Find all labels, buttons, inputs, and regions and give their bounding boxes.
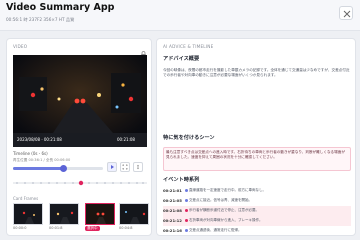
event-marker — [185, 219, 188, 222]
menu-button[interactable] — [133, 162, 143, 172]
event-marker — [185, 229, 188, 232]
timeline-subtitle: 再生位置 00:36:1 / 全長 00:06:00 — [13, 158, 71, 162]
event-text: 交差点通過後、通常走行に復帰。 — [189, 228, 242, 232]
app-subtitle: 00:56:1 時 237F2 356×7 HT 品質 — [6, 17, 75, 22]
app-title: Video Summary App — [6, 2, 115, 13]
frame-caption: 00:04:8 — [119, 226, 133, 230]
video-player[interactable]: 2023/08/08 · 00:21:08 00:21:08 — [13, 55, 147, 147]
caution-text: 最も注意すべき点は交差点への進入時です。右折待ちの車両と歩行者の動きが重なり、判… — [166, 150, 345, 160]
event-text: 歩行者が横断歩道付近で停止、注意が必要。 — [189, 208, 259, 212]
play-icon — [111, 165, 114, 169]
more-icon — [137, 164, 139, 170]
event-time: 00:21:16 — [163, 228, 182, 233]
seek-bar[interactable] — [13, 165, 103, 172]
frame-thumbnail[interactable] — [119, 203, 149, 225]
overview-text: 今回の映像は、夜間の都市走行を撮影した車載カメラの記録です。全体を通じて交通量は… — [163, 68, 350, 78]
frame-thumbnail-selected[interactable] — [85, 203, 115, 225]
event-marker — [185, 189, 188, 192]
event-row[interactable]: 00:21:16 交差点通過後、通常走行に復帰。 — [163, 226, 351, 236]
event-marker — [185, 209, 188, 212]
event-row[interactable]: 00:21:05 交差点に接近。信号は青、減速を開始。 — [163, 196, 351, 206]
selected-badge: 選択中 — [85, 226, 100, 231]
close-icon — [343, 10, 351, 18]
frame-thumbnail[interactable] — [49, 203, 79, 225]
timeline-label: Timeline (0s - 6s) — [13, 151, 48, 156]
close-button[interactable] — [339, 6, 353, 20]
event-time: 00:21:08 — [163, 208, 182, 213]
video-timestamp-left: 2023/08/08 · 00:21:08 — [17, 137, 62, 142]
event-time: 00:21:01 — [163, 188, 182, 193]
video-label: VIDEO — [13, 44, 28, 49]
event-text: 直線道路を一定速度で走行中。前方に車両なし。 — [189, 188, 266, 192]
expand-icon — [122, 164, 128, 170]
caution-heading: 特に気を付けるシーン — [163, 135, 215, 141]
top-bar: Video Summary App 00:56:1 時 237F2 356×7 … — [0, 0, 360, 31]
play-button[interactable] — [107, 162, 117, 172]
event-row-highlighted[interactable]: 00:21:08 歩行者が横断歩道付近で停止、注意が必要。 — [163, 206, 351, 216]
fullscreen-button[interactable] — [120, 162, 130, 172]
frame-thumbnail[interactable] — [13, 203, 43, 225]
event-time: 00:21:12 — [163, 218, 182, 223]
event-text: 交差点に接近。信号は青、減速を開始。 — [189, 198, 252, 202]
event-row[interactable]: 00:21:01 直線道路を一定速度で走行中。前方に車両なし。 — [163, 186, 351, 196]
events-heading: イベント時系列 — [163, 177, 200, 183]
video-panel: VIDEO 2023/08/08 · 00:21:08 00:21:08 Tim… — [6, 38, 152, 236]
overview-heading: アドバイス概要 — [163, 56, 200, 62]
event-text: 右折車両が対向車線から進入、ブレーキ操作。 — [189, 218, 263, 222]
frames-label: Card Frames — [13, 196, 39, 201]
seek-handle[interactable] — [60, 165, 67, 172]
event-marker — [185, 199, 188, 202]
video-timestamp-right: 00:21:08 — [117, 137, 135, 142]
frame-caption: 00:00:0 — [13, 226, 27, 230]
event-time: 00:21:05 — [163, 198, 182, 203]
event-row-highlighted[interactable]: 00:21:12 右折車両が対向車線から進入、ブレーキ操作。 — [163, 216, 351, 226]
seek-progress — [13, 167, 63, 170]
advice-panel: AI ADVICE & TIMELINE アドバイス概要 今回の映像は、夜間の都… — [156, 38, 356, 236]
lock-icon[interactable] — [140, 43, 147, 58]
advice-panel-label: AI ADVICE & TIMELINE — [163, 44, 214, 49]
frame-caption: 00:01:8 — [49, 226, 63, 230]
frame-scrubber[interactable] — [13, 177, 147, 189]
